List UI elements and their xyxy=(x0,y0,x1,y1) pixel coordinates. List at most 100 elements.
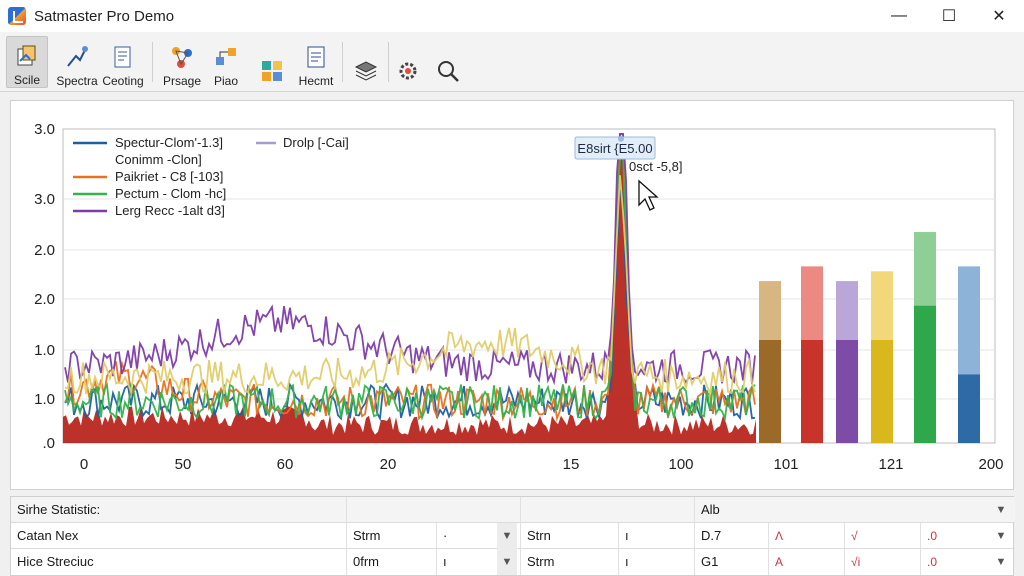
bar-segment-upper xyxy=(914,232,936,306)
toolbar-search-button[interactable] xyxy=(432,36,464,88)
toolbar-label: Hecmt xyxy=(298,74,334,88)
toolbar-separator xyxy=(152,42,153,82)
x-tick-label: 101 xyxy=(773,456,798,473)
chevron-down-icon[interactable]: ▼ xyxy=(991,523,1011,549)
y-tick-label: 3.0 xyxy=(34,121,55,138)
toolbar-label: Ceoting xyxy=(102,74,144,88)
header-cell xyxy=(521,497,695,523)
header-cell xyxy=(347,497,521,523)
document-icon xyxy=(114,46,131,68)
maximize-button[interactable]: ☐ xyxy=(924,0,974,32)
flow-icon xyxy=(216,48,236,65)
spectrum-chart[interactable]: 3.0 3.0 2.0 2.0 1.0 1.0 .0 0 50 60 20 15 100 101 121 20… xyxy=(11,101,1015,491)
bar-segment-upper xyxy=(759,281,781,340)
row-cell: G1 xyxy=(695,549,769,575)
row-mini-value: √ xyxy=(845,523,921,549)
toolbar-layers-button[interactable] xyxy=(348,36,384,88)
peak-tooltip-value: 0sct -5,8] xyxy=(629,159,682,174)
row-mini-value: A xyxy=(769,549,845,575)
y-tick-label: 2.0 xyxy=(34,242,55,259)
window-controls: — ☐ ✕ xyxy=(874,0,1024,32)
toolbar-spectra-button[interactable]: Spectra xyxy=(56,36,98,88)
layers-icon xyxy=(354,61,378,81)
table-row: Catan Nex Strm · ▼ Strn ı D.7 Λ √ .0 ▼ xyxy=(11,523,1015,549)
legend-label: Lerg Recc -1alt d3] xyxy=(115,203,225,218)
bar-segment-lower xyxy=(871,339,893,443)
toolbar: Scile Spectra Ceoting Prsage Piao Hecmt xyxy=(0,32,1024,92)
title-bar: Satmaster Pro Demo — ☐ ✕ xyxy=(0,0,1024,32)
toolbar-label: Prsage xyxy=(162,74,202,88)
legend-label: Conimm -Clon] xyxy=(115,152,202,167)
toolbar-prsage-button[interactable]: Prsage xyxy=(160,36,204,88)
y-tick-label: 1.0 xyxy=(34,391,55,408)
chevron-down-icon[interactable]: ▼ xyxy=(497,549,517,575)
toolbar-report-button[interactable]: Hecmt xyxy=(294,36,338,88)
chevron-down-icon[interactable]: ▼ xyxy=(497,523,517,549)
row-mini-value: √i xyxy=(845,549,921,575)
spectra-icon xyxy=(67,46,88,67)
x-tick-label: 121 xyxy=(878,456,903,473)
bar-segment-upper xyxy=(958,266,980,375)
chevron-down-icon[interactable]: ▼ xyxy=(991,497,1011,523)
x-tick-label: 20 xyxy=(380,456,397,473)
bar-segment-lower xyxy=(801,339,823,443)
row-cell: ı xyxy=(619,523,695,549)
bar-segment-lower xyxy=(759,339,781,443)
peak-tooltip-title: E8sirt {E5.00 xyxy=(577,141,652,156)
legend-label: Drolp [-Cai] xyxy=(283,135,349,150)
statistics-table: Sirhe Statistic: Alb ▼ Catan Nex Strm · … xyxy=(10,496,1015,576)
row-cell: Strm xyxy=(521,549,619,575)
app-logo-icon xyxy=(8,7,26,25)
y-tick-label: 3.0 xyxy=(34,191,55,208)
row-name: Hice Streciuc xyxy=(11,549,347,575)
x-tick-label: 15 xyxy=(563,456,580,473)
row-cell: Strn xyxy=(521,523,619,549)
toolbar-settings-button[interactable] xyxy=(392,36,424,88)
bar-segment-lower xyxy=(958,374,980,443)
legend-label: Spectur-Clom'-1.3] xyxy=(115,135,223,150)
legend-label: Pectum - Clom -hc] xyxy=(115,186,226,201)
row-mini-value: Λ xyxy=(769,523,845,549)
peak-marker xyxy=(618,135,624,142)
report-icon xyxy=(307,46,325,68)
statistics-title: Sirhe Statistic: xyxy=(11,497,347,523)
toolbar-grid-button[interactable] xyxy=(252,36,292,88)
x-tick-label: 0 xyxy=(80,456,88,473)
y-tick-label: 1.0 xyxy=(34,342,55,359)
bar-segment-upper xyxy=(871,271,893,340)
toolbar-label: Scile xyxy=(13,73,40,87)
row-cell: D.7 xyxy=(695,523,769,549)
toolbar-ceoting-button[interactable]: Ceoting xyxy=(100,36,146,88)
network-icon xyxy=(172,47,192,68)
minimize-button[interactable]: — xyxy=(874,0,924,32)
scale-icon xyxy=(17,45,36,66)
bar-segment-lower xyxy=(914,305,936,443)
settings-gear-icon xyxy=(399,62,417,80)
bar-segment-lower xyxy=(836,339,858,443)
bar-segment-upper xyxy=(801,266,823,340)
toolbar-separator xyxy=(342,42,343,82)
toolbar-scale-button[interactable]: Scile xyxy=(6,36,48,88)
x-tick-label: 100 xyxy=(668,456,693,473)
header-column-alb: Alb xyxy=(701,502,720,517)
y-tick-label: .0 xyxy=(42,435,55,452)
x-tick-label: 50 xyxy=(175,456,192,473)
toolbar-label: Piao xyxy=(213,74,239,88)
legend-label: Paikriet - C8 [-103] xyxy=(115,169,223,184)
search-icon xyxy=(438,61,459,82)
row-cell: Strm xyxy=(347,523,437,549)
toolbar-piao-button[interactable]: Piao xyxy=(206,36,246,88)
bar-segment-upper xyxy=(836,281,858,340)
close-button[interactable]: ✕ xyxy=(974,0,1024,32)
row-name: Catan Nex xyxy=(11,523,347,549)
row-cell: ı xyxy=(619,549,695,575)
x-tick-label: 200 xyxy=(978,456,1003,473)
chart-panel[interactable]: 3.0 3.0 2.0 2.0 1.0 1.0 .0 0 50 60 20 15 100 101 121 20… xyxy=(10,100,1014,490)
window-title: Satmaster Pro Demo xyxy=(34,7,175,25)
row-cell: 0frm xyxy=(347,549,437,575)
toolbar-label: Spectra xyxy=(56,74,98,88)
chevron-down-icon[interactable]: ▼ xyxy=(991,549,1011,575)
grid-icon xyxy=(262,61,282,81)
toolbar-separator xyxy=(388,42,389,82)
x-tick-label: 60 xyxy=(277,456,294,473)
